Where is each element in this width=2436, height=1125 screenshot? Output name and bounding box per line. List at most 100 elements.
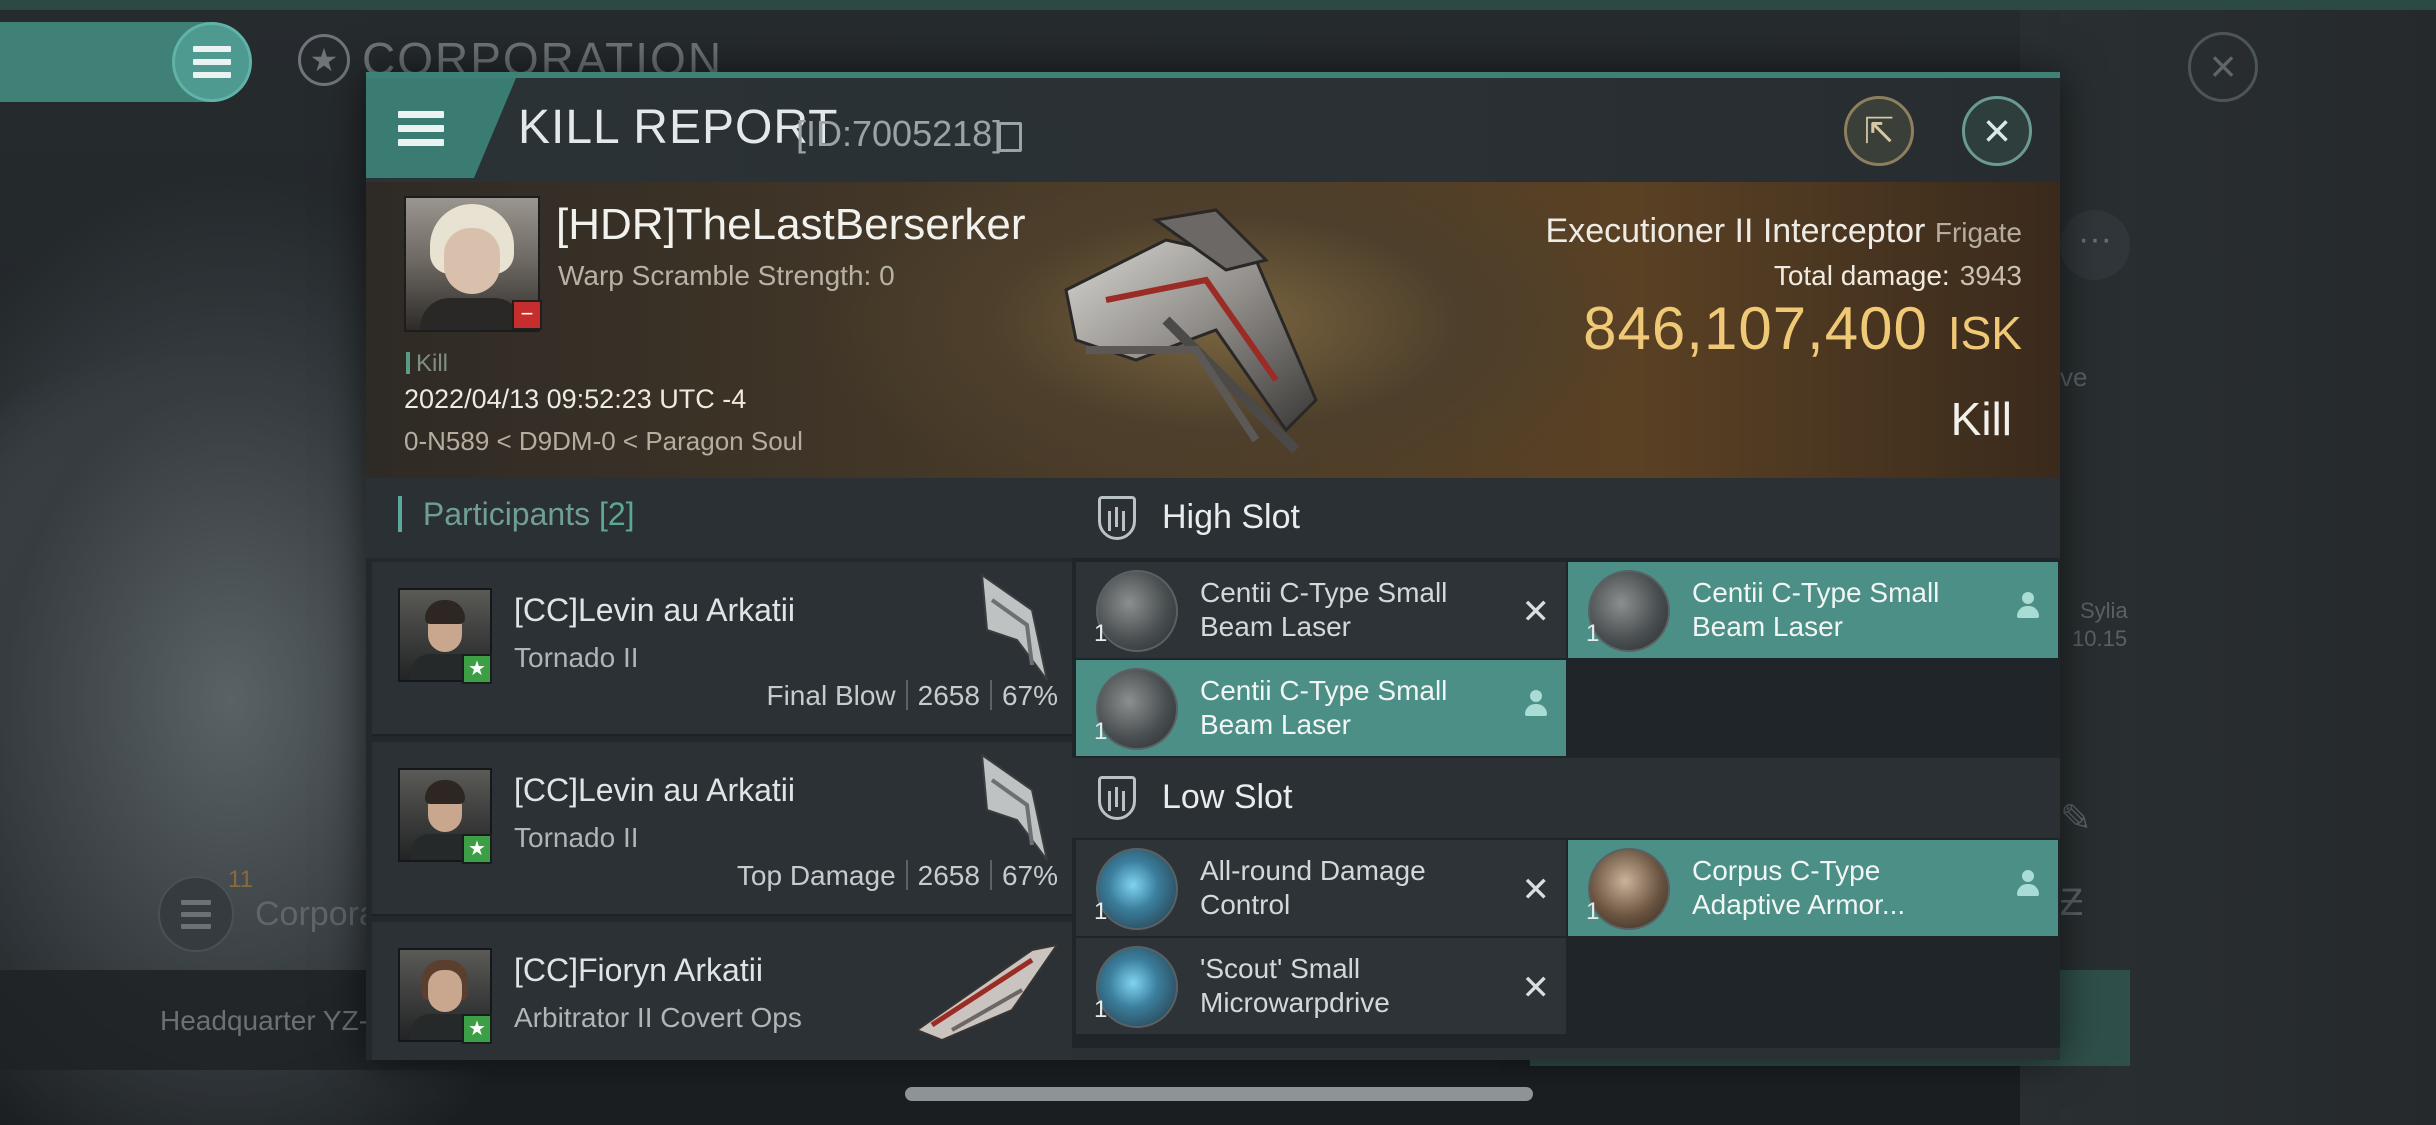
participant-percent: 67%	[1001, 680, 1058, 711]
background-close-button[interactable]: ×	[2188, 32, 2258, 102]
menu-icon	[181, 899, 211, 929]
module-item[interactable]: 1 All-round Damage Control ✕	[1076, 840, 1566, 936]
participant-tag: Final Blow	[766, 680, 896, 711]
share-button[interactable]: ⇱	[1844, 96, 1914, 166]
sleep-settings-icon[interactable]: Ƶ	[2060, 882, 2104, 926]
participant-ship: Arbitrator II Covert Ops	[514, 1002, 802, 1033]
background-side-text: 10.15	[2072, 626, 2128, 651]
participants-count: [2]	[598, 496, 635, 532]
damage-control-icon	[1096, 848, 1178, 930]
participant-damage: 2658	[917, 680, 980, 711]
beam-laser-icon	[1588, 570, 1670, 652]
dialog-title: KILL REPORT	[518, 101, 839, 154]
share-icon: ⇱	[1863, 110, 1895, 151]
star-icon: ★	[462, 834, 492, 864]
close-icon: ×	[1982, 104, 2012, 158]
module-quantity: 1	[1586, 620, 1600, 647]
high-slot-icon	[1098, 496, 1136, 540]
module-item[interactable]: 1 Centii C-Type Small Beam Laser	[1076, 660, 1566, 756]
armor-hardener-icon	[1588, 848, 1670, 930]
module-name: Centii C-Type Small Beam Laser	[1200, 577, 1448, 642]
participants-title-text: Participants	[422, 496, 591, 532]
corporation-menu-button[interactable]	[158, 876, 234, 952]
menu-icon	[398, 110, 444, 146]
module-item[interactable]: 1 Centii C-Type Small Beam Laser ✕	[1076, 562, 1566, 658]
victim-ship-image[interactable]	[1046, 200, 1346, 460]
module-quantity: 1	[1586, 898, 1600, 925]
headquarter-label: Headquarter YZ-	[160, 1005, 369, 1036]
ship-name-text: Executioner II Interceptor	[1545, 212, 1926, 250]
fitting-panel: High Slot 1 Centii C-Type Small Beam Las…	[1072, 478, 2060, 1060]
module-item[interactable]: 1 'Scout' Small Microwarpdrive ✕	[1076, 938, 1566, 1034]
module-quantity: 1	[1094, 620, 1108, 647]
module-name: All-round Damage Control	[1200, 855, 1426, 920]
participant-stats: Top Damage 2658 67%	[737, 860, 1058, 892]
copy-icon[interactable]	[998, 122, 1022, 152]
module-quantity: 1	[1094, 718, 1108, 745]
kill-report-dialog: KILL REPORT [ID:7005218] ⇱ × − [HDR]TheL…	[366, 72, 2060, 1060]
destroyed-icon: ✕	[1521, 871, 1551, 909]
participant-card[interactable]: ★ [CC]Levin au Arkatii Tornado II Final …	[372, 562, 1072, 736]
kill-date: 2022/04/13 09:52:23 UTC -4	[404, 384, 747, 414]
participant-name: [CC]Levin au Arkatii	[514, 592, 796, 628]
background-side-text: ve	[2060, 362, 2088, 392]
module-name: Corpus C-Type Adaptive Armor...	[1692, 855, 1906, 920]
destroyed-icon: ✕	[1521, 969, 1551, 1007]
low-slot-title: Low Slot	[1162, 778, 1293, 816]
isk-value-row: 846,107,400 ISK	[1583, 294, 2022, 363]
star-icon: ★	[462, 654, 492, 684]
home-indicator[interactable]	[905, 1087, 1533, 1101]
dropped-person-icon	[1524, 690, 1548, 720]
dropped-person-icon	[2016, 592, 2040, 622]
notification-count: 11	[228, 866, 253, 893]
participant-stats: Final Blow 2658 67%	[766, 680, 1058, 712]
edit-icon[interactable]: ✎	[2060, 796, 2104, 840]
module-quantity: 1	[1094, 996, 1108, 1023]
participant-percent: 67%	[1001, 860, 1058, 891]
participant-damage: 2658	[917, 860, 980, 891]
participants-header: Participants [2]	[366, 478, 1072, 558]
participant-name: [CC]Fioryn Arkatii	[514, 952, 763, 988]
victim-name[interactable]: [HDR]TheLastBerserker	[556, 200, 1025, 250]
module-item[interactable]: 1 Centii C-Type Small Beam Laser	[1568, 562, 2058, 658]
total-damage: Total damage: 3943	[1774, 260, 2022, 292]
dialog-header: KILL REPORT [ID:7005218] ⇱ ×	[366, 78, 2060, 182]
total-damage-value: 3943	[1959, 260, 2022, 291]
kill-location[interactable]: 0-N589 < D9DM-0 < Paragon Soul	[404, 426, 803, 457]
high-slot-title: High Slot	[1162, 498, 1300, 536]
outcome-label: Kill	[1950, 393, 2012, 445]
hostile-badge: −	[512, 300, 542, 330]
participant-name: [CC]Levin au Arkatii	[514, 772, 796, 808]
participants-title: Participants [2]	[398, 496, 635, 533]
corporation-mini-label: Corpora	[255, 895, 378, 933]
next-slot-header	[1072, 1048, 2060, 1060]
main-menu-button[interactable]	[172, 22, 252, 102]
module-item[interactable]: 1 Corpus C-Type Adaptive Armor...	[1568, 840, 2058, 936]
dialog-menu-button[interactable]	[366, 78, 516, 178]
victim-ship-name[interactable]: Executioner II Interceptor Frigate	[1546, 212, 2022, 251]
beam-laser-icon	[1096, 668, 1178, 750]
more-options-button[interactable]: ···	[2060, 210, 2130, 280]
participant-ship: Tornado II	[514, 822, 639, 853]
close-button[interactable]: ×	[1962, 96, 2032, 166]
kill-report-id: [ID:7005218]	[796, 113, 1003, 154]
beam-laser-icon	[1096, 570, 1178, 652]
low-slot-icon	[1098, 776, 1136, 820]
background-right-panel	[2020, 0, 2436, 1125]
isk-unit: ISK	[1947, 307, 2022, 359]
high-slot-header: High Slot	[1072, 478, 2060, 558]
participant-ship-image	[914, 943, 1060, 1042]
module-name: Centii C-Type Small Beam Laser	[1692, 577, 1940, 642]
participants-panel: Participants [2] ★ [CC]Levin au Arkatii …	[366, 478, 1072, 1060]
low-slot-header: Low Slot	[1072, 758, 2060, 838]
victim-banner: − [HDR]TheLastBerserker Warp Scramble St…	[366, 182, 2060, 478]
participant-card[interactable]: ★ [CC]Fioryn Arkatii Arbitrator II Cover…	[372, 922, 1072, 1060]
ship-class: Frigate	[1934, 217, 2022, 248]
participant-ship-image	[980, 572, 1048, 681]
background-top-strip	[0, 0, 2436, 10]
warp-scramble-strength: Warp Scramble Strength: 0	[558, 260, 895, 291]
participant-card[interactable]: ★ [CC]Levin au Arkatii Tornado II Top Da…	[372, 742, 1072, 916]
participant-ship-image	[980, 752, 1048, 861]
result-tag: Kill	[406, 350, 448, 378]
total-damage-label: Total damage:	[1773, 260, 1950, 291]
